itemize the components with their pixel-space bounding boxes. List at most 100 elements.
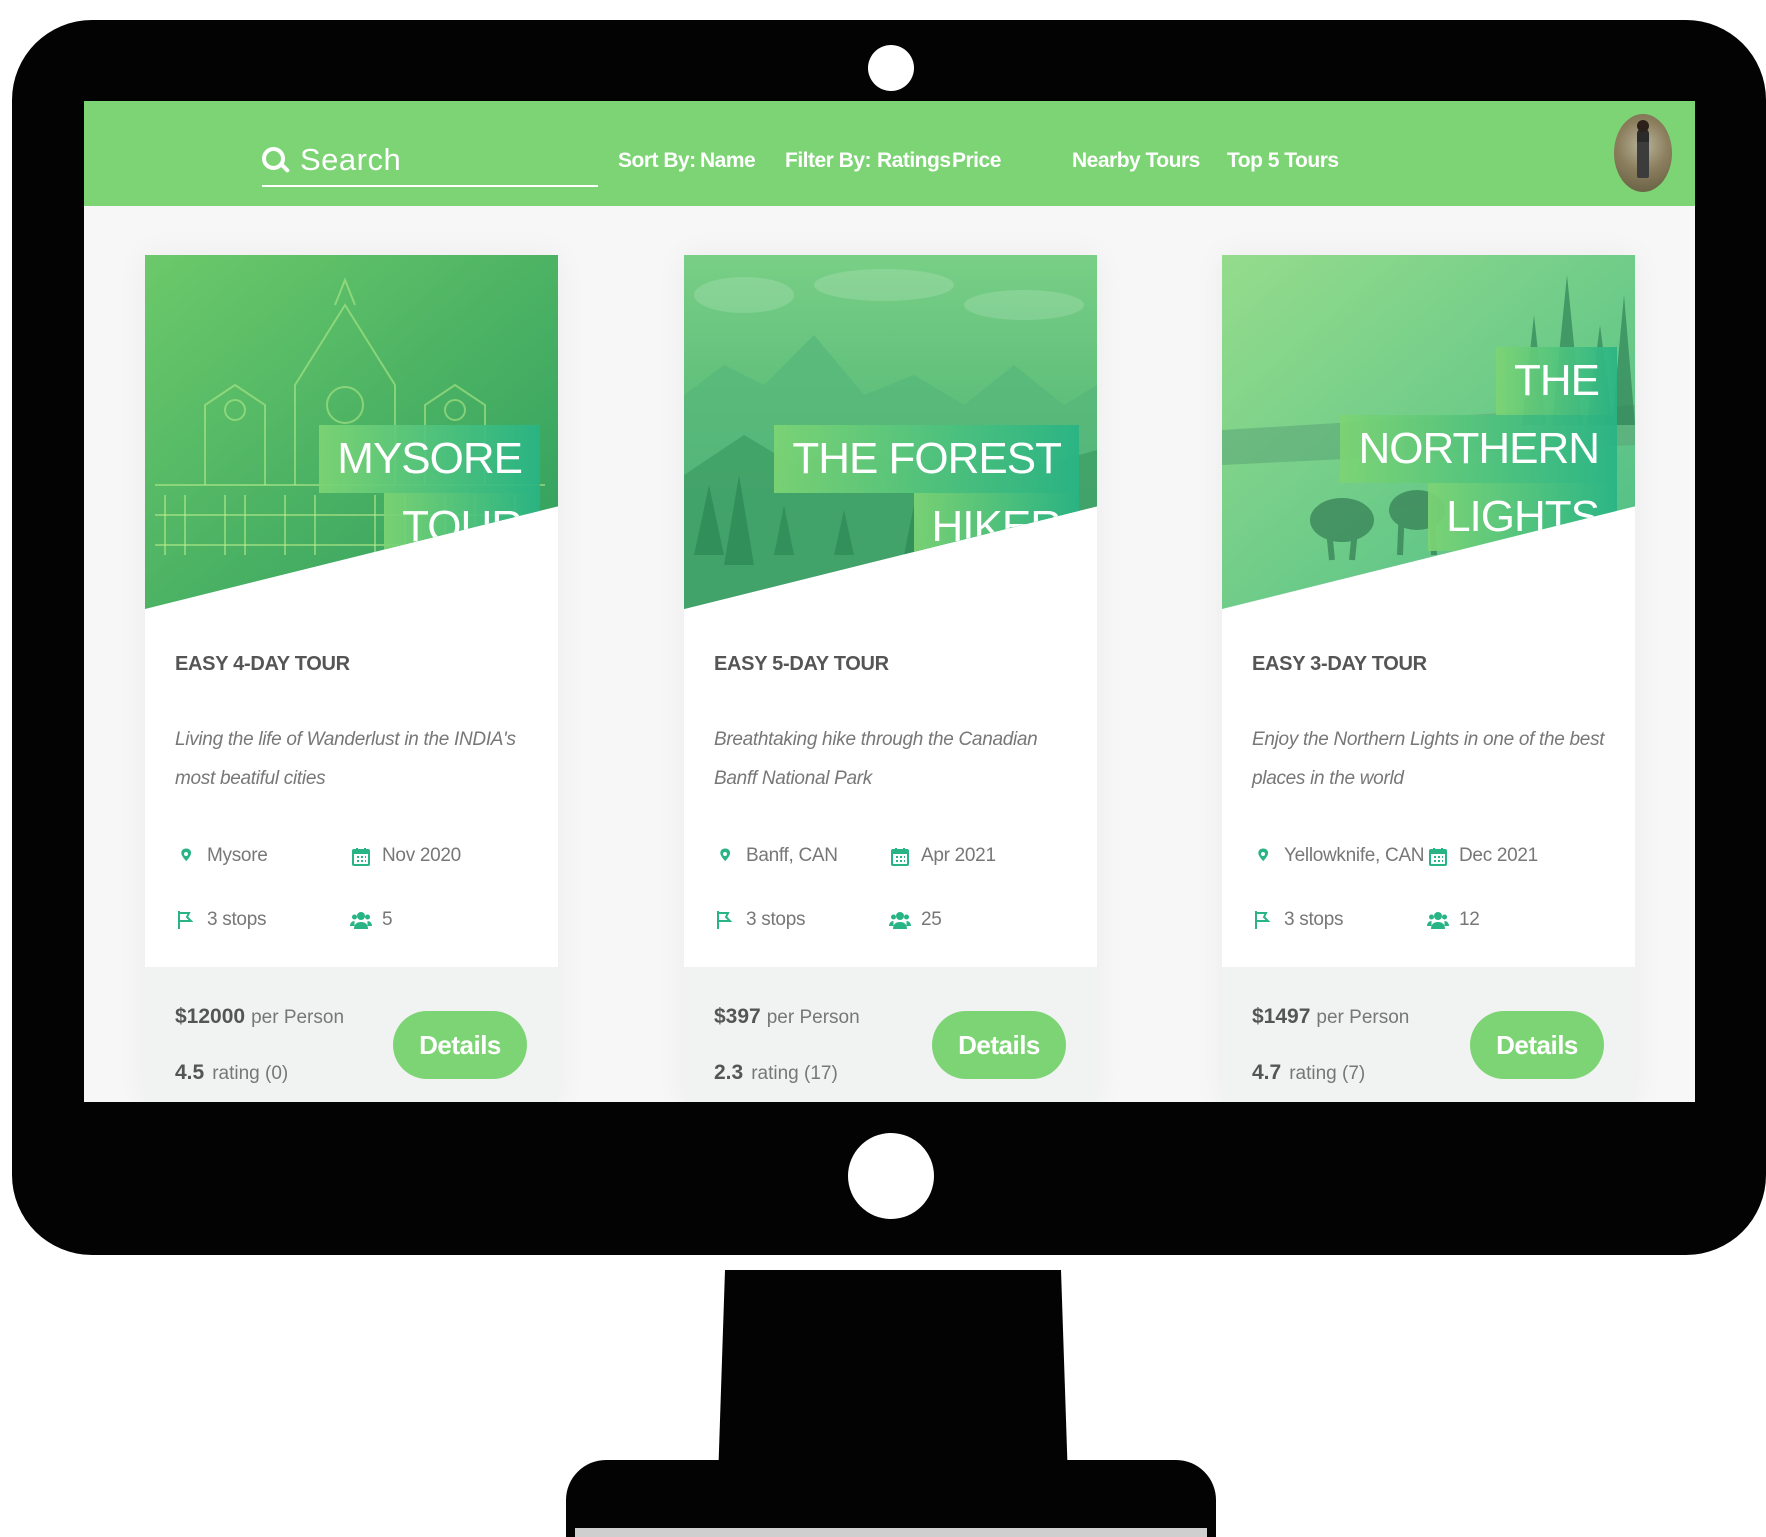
user-avatar[interactable]	[1614, 114, 1672, 192]
tour-stops: 3 stops	[1252, 909, 1343, 931]
tour-group-size-text: 25	[921, 909, 942, 930]
monitor-stand	[718, 1270, 1068, 1480]
tour-title: THE NORTHERN LIGHTS	[1340, 347, 1617, 551]
tour-date: Nov 2020	[350, 845, 461, 867]
tour-price-suffix: per Person	[1316, 1007, 1410, 1028]
flag-icon	[178, 911, 194, 929]
tour-subtitle: EASY 5-DAY TOUR	[714, 653, 889, 675]
tour-group-size-text: 12	[1459, 909, 1480, 930]
tour-title-line: MYSORE	[319, 425, 540, 493]
tour-price-value: $397	[714, 1005, 761, 1028]
screen: Search Sort By: Name Filter By: Ratings …	[84, 101, 1695, 1102]
tour-location-text: Banff, CAN	[746, 845, 838, 866]
filter-ratings-link[interactable]: Ratings	[877, 149, 951, 173]
tour-rating-suffix: rating (17)	[751, 1063, 838, 1084]
users-icon	[350, 912, 372, 929]
tour-group-size-text: 5	[382, 909, 393, 930]
tour-card-northern-lights: THE NORTHERN LIGHTS EASY 3-DAY TOUR Enjo…	[1222, 255, 1635, 1102]
flag-icon	[1255, 911, 1271, 929]
sort-name-link[interactable]: Name	[700, 149, 756, 173]
map-pin-icon	[1258, 848, 1269, 862]
calendar-icon	[891, 848, 909, 866]
tour-price-value: $1497	[1252, 1005, 1311, 1028]
tour-price-suffix: per Person	[766, 1007, 860, 1028]
flag-icon	[717, 911, 733, 929]
tour-description: Enjoy the Northern Lights in one of the …	[1252, 729, 1605, 789]
tour-stops: 3 stops	[714, 909, 805, 931]
tour-rating-value: 4.5	[175, 1061, 205, 1084]
tour-card-forest-hiker: THE FOREST HIKER EASY 5-DAY TOUR Breatht…	[684, 255, 1097, 1102]
tour-card-footer: $1497 per Person 4.7 rating (7) Details	[1222, 967, 1635, 1102]
filter-price-link[interactable]: Price	[952, 149, 1001, 173]
tour-location-text: Yellowknife, CAN	[1284, 845, 1425, 866]
tour-title: THE FOREST HIKER	[774, 425, 1079, 561]
tour-price-suffix: per Person	[251, 1007, 345, 1028]
tour-description: Breathtaking hike through the Canadian B…	[714, 729, 1038, 789]
tour-rating-value: 2.3	[714, 1061, 744, 1084]
details-button[interactable]: Details	[932, 1011, 1066, 1079]
tour-date-text: Apr 2021	[921, 845, 996, 866]
tour-rating: 4.7 rating (7)	[1252, 1061, 1365, 1085]
tour-date: Apr 2021	[889, 845, 996, 867]
users-icon	[889, 912, 911, 929]
map-pin-icon	[181, 848, 192, 862]
tour-card-mysore: MYSORE TOUR EASY 4-DAY TOUR Living the l…	[145, 255, 558, 1102]
nearby-tours-link[interactable]: Nearby Tours	[1072, 149, 1200, 173]
tour-rating-value: 4.7	[1252, 1061, 1282, 1084]
users-icon	[1427, 912, 1449, 929]
tour-description: Living the life of Wanderlust in the IND…	[175, 729, 516, 789]
tour-image-palace: MYSORE TOUR	[145, 255, 558, 609]
tour-rating-suffix: rating (7)	[1289, 1063, 1366, 1084]
tour-subtitle: EASY 3-DAY TOUR	[1252, 653, 1427, 675]
tour-date: Dec 2021	[1427, 845, 1538, 867]
tour-date-text: Nov 2020	[382, 845, 461, 866]
filter-by-label: Filter By:	[785, 149, 872, 172]
tour-rating: 4.5 rating (0)	[175, 1061, 288, 1085]
tour-card-footer: $397 per Person 2.3 rating (17) Details	[684, 967, 1097, 1102]
search-placeholder: Search	[300, 142, 402, 177]
tour-location-text: Mysore	[207, 845, 268, 866]
tour-location: Banff, CAN	[714, 845, 838, 867]
tour-title-line: HIKER	[913, 493, 1079, 561]
tour-title-line: TOUR	[384, 493, 540, 561]
top-navigation-bar: Search Sort By: Name Filter By: Ratings …	[84, 101, 1695, 206]
tour-price: $1497 per Person	[1252, 1005, 1409, 1029]
tour-stops-text: 3 stops	[746, 909, 806, 930]
details-button[interactable]: Details	[393, 1011, 527, 1079]
tour-title: MYSORE TOUR	[319, 425, 540, 561]
calendar-icon	[1429, 848, 1447, 866]
tour-group-size: 5	[350, 909, 393, 931]
tour-rating-suffix: rating (0)	[212, 1063, 289, 1084]
tour-stops-text: 3 stops	[1284, 909, 1344, 930]
tour-group-size: 12	[1427, 909, 1480, 931]
tour-group-size: 25	[889, 909, 942, 931]
tour-price: $397 per Person	[714, 1005, 860, 1029]
tour-stops-text: 3 stops	[207, 909, 267, 930]
search-icon	[262, 147, 291, 174]
calendar-icon	[352, 848, 370, 866]
tour-title-line: NORTHERN	[1340, 415, 1617, 483]
details-button[interactable]: Details	[1470, 1011, 1604, 1079]
tour-card-footer: $12000 per Person 4.5 rating (0) Details	[145, 967, 558, 1102]
monitor-button	[848, 1133, 934, 1219]
monitor-stand-base	[566, 1460, 1216, 1537]
tour-title-line: THE	[1496, 347, 1617, 415]
tour-price-value: $12000	[175, 1005, 246, 1028]
top-tours-link[interactable]: Top 5 Tours	[1227, 149, 1339, 173]
tour-title-line: THE FOREST	[774, 425, 1079, 493]
monitor-stand-edge	[575, 1528, 1207, 1537]
tour-image-mountains: THE FOREST HIKER	[684, 255, 1097, 609]
tour-price: $12000 per Person	[175, 1005, 344, 1029]
tour-subtitle: EASY 4-DAY TOUR	[175, 653, 350, 675]
webcam	[868, 45, 914, 91]
map-pin-icon	[720, 848, 731, 862]
tour-rating: 2.3 rating (17)	[714, 1061, 838, 1085]
tour-location: Mysore	[175, 845, 268, 867]
sort-by-label: Sort By:	[618, 149, 696, 172]
tour-image-snow-sled: THE NORTHERN LIGHTS	[1222, 255, 1635, 609]
tour-location: Yellowknife, CAN	[1252, 845, 1425, 867]
tour-date-text: Dec 2021	[1459, 845, 1538, 866]
search-input[interactable]: Search	[262, 141, 598, 187]
tour-stops: 3 stops	[175, 909, 266, 931]
tour-title-line: LIGHTS	[1428, 483, 1617, 551]
